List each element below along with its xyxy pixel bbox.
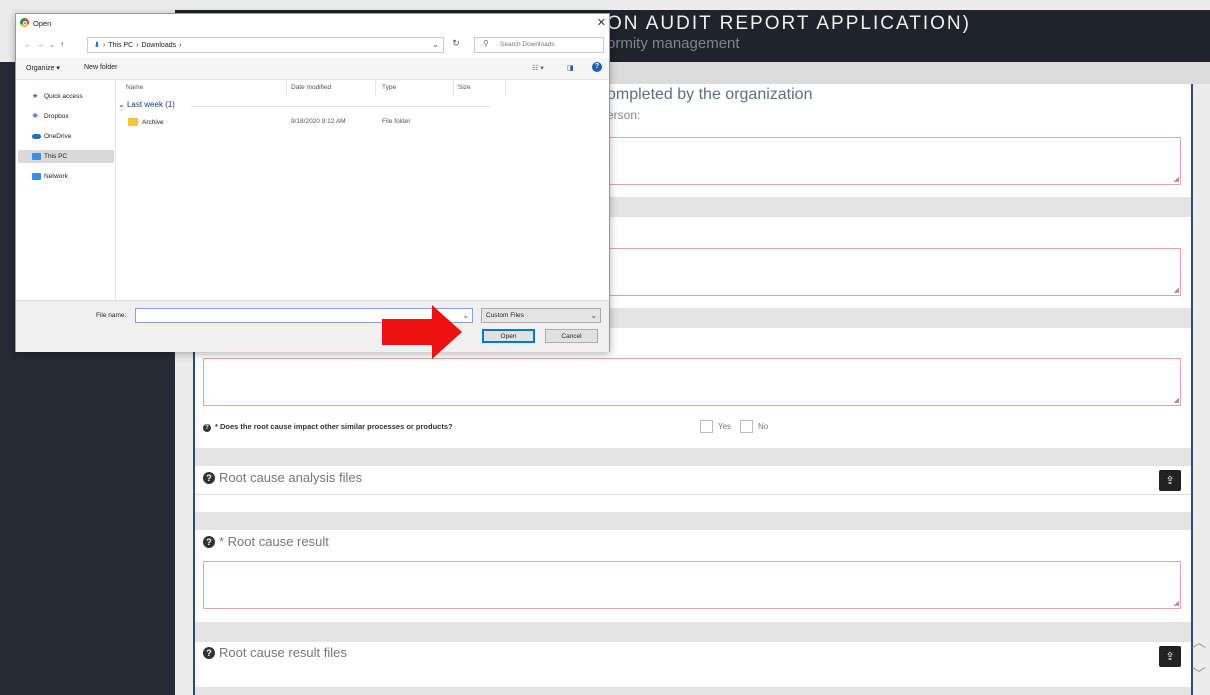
nav-onedrive[interactable]: OneDrive (18, 130, 114, 143)
section-subtitle: erson: (607, 108, 641, 122)
help-icon[interactable]: ? (592, 62, 602, 72)
new-folder-button[interactable]: New folder (84, 64, 117, 71)
star-icon: ★ (32, 93, 39, 100)
resize-grip-icon: ◢ (1173, 600, 1179, 607)
column-separator[interactable] (375, 80, 376, 96)
yes-option[interactable]: Yes (700, 420, 731, 433)
command-bar: Organize ▾ New folder ☷ ▾ ◨ ? (16, 58, 609, 80)
divider-band (195, 448, 1191, 466)
breadcrumb-downloads[interactable]: Downloads (141, 42, 176, 49)
group-divider (191, 106, 491, 107)
chevron-down-icon[interactable]: ⌄ (432, 40, 439, 49)
close-icon[interactable]: ✕ (597, 16, 606, 29)
question-icon: ? (203, 646, 215, 659)
question-icon: ? (203, 471, 215, 484)
dialog-nav-row: ← → ⌄ ↑ ⬇ › This PC › Downloads › ⌄ ↻ ⚲ … (16, 32, 609, 58)
column-name[interactable]: Name (126, 84, 143, 91)
breadcrumb-this-pc[interactable]: This PC (108, 42, 133, 49)
cloud-icon (32, 134, 41, 139)
resize-grip-icon: ◢ (1173, 397, 1179, 404)
dialog-footer: File name: ⌄ Custom Files ⌄ Open Cancel (16, 300, 609, 352)
dropbox-icon: ❖ (32, 113, 39, 120)
download-icon: ⬇ (94, 42, 100, 49)
result-files-label: ? Root cause result files (203, 645, 347, 660)
search-placeholder: Search Downloads (500, 41, 555, 48)
column-separator[interactable] (453, 80, 454, 96)
no-option[interactable]: No (740, 420, 768, 433)
scroll-up-icon[interactable]: ︿ (1192, 632, 1206, 652)
chevron-down-icon: ⌄ (118, 100, 125, 109)
refresh-icon[interactable]: ↻ (447, 38, 465, 52)
no-label: No (758, 422, 769, 431)
navigation-pane: ★ Quick access ❖ Dropbox OneDrive This PC … (16, 80, 116, 300)
column-separator[interactable] (286, 80, 287, 96)
chrome-icon (20, 18, 29, 27)
divider-band (195, 512, 1191, 530)
rca-files-label: ? Root cause analysis files (203, 470, 362, 485)
cancel-button[interactable]: Cancel (545, 329, 598, 343)
resize-grip-icon: ◢ (1173, 176, 1179, 183)
nav-quick-access[interactable]: ★ Quick access (18, 90, 114, 103)
dialog-title: Open (33, 19, 52, 28)
open-button[interactable]: Open (482, 329, 535, 343)
file-date: 9/18/2020 9:12 AM (291, 118, 346, 125)
nav-dropbox[interactable]: ❖ Dropbox (18, 110, 114, 123)
file-type-select[interactable]: Custom Files ⌄ (481, 308, 601, 323)
folder-icon (128, 118, 138, 126)
textarea-3[interactable]: ◢ (203, 358, 1181, 406)
question-icon: ? (203, 535, 215, 548)
computer-icon (32, 153, 41, 160)
app-subtitle: ormity management (607, 35, 740, 52)
yes-label: Yes (718, 422, 732, 431)
column-separator[interactable] (505, 80, 506, 96)
rca-upload-button[interactable]: ⇪ (1159, 470, 1181, 491)
file-type-value: Custom Files (486, 312, 524, 319)
address-bar[interactable]: ⬇ › This PC › Downloads › ⌄ (87, 37, 444, 53)
organize-button[interactable]: Organize ▾ (26, 64, 60, 72)
column-size[interactable]: Size (458, 84, 471, 91)
result-upload-button[interactable]: ⇪ (1159, 646, 1181, 667)
dialog-titlebar: Open ✕ (16, 14, 609, 32)
search-input[interactable]: ⚲ Search Downloads (474, 37, 604, 53)
search-icon: ⚲ (483, 39, 489, 48)
chevron-down-icon[interactable]: ⌄ (462, 311, 469, 320)
file-name-label: File name: (96, 312, 127, 319)
view-options-icon[interactable]: ☷ ▾ (532, 64, 544, 72)
file-row-archive[interactable]: Archive (128, 118, 164, 126)
network-icon (32, 173, 41, 180)
app-title: ON AUDIT REPORT APPLICATION) (607, 13, 971, 34)
divider-band (195, 687, 1191, 695)
no-checkbox[interactable] (740, 420, 753, 433)
question-icon: ? (203, 424, 211, 432)
nav-network[interactable]: Network (18, 170, 114, 183)
scroll-down-icon[interactable]: ﹀ (1192, 664, 1206, 684)
file-list: Name Date modified Type Size ⌄ Last week… (116, 80, 609, 300)
result-textarea[interactable]: ◢ (203, 561, 1181, 609)
annotation-arrow-icon (382, 305, 462, 359)
divider-line (195, 494, 1191, 495)
section-title: ompleted by the organization (607, 86, 813, 103)
divider-band (195, 622, 1191, 642)
column-date[interactable]: Date modified (291, 84, 331, 91)
chevron-down-icon: ⌄ (590, 311, 597, 320)
result-label: ? * Root cause result (203, 534, 329, 549)
column-type[interactable]: Type (382, 84, 396, 91)
similar-impact-question: ? * Does the root cause impact other simi… (203, 422, 453, 432)
nav-arrows[interactable]: ← → ⌄ ↑ (24, 40, 64, 49)
group-header[interactable]: ⌄ Last week (1) (118, 100, 175, 109)
preview-pane-icon[interactable]: ◨ (567, 64, 574, 72)
yes-checkbox[interactable] (700, 420, 713, 433)
nav-this-pc[interactable]: This PC (18, 150, 114, 163)
resize-grip-icon: ◢ (1173, 287, 1179, 294)
open-file-dialog: Open ✕ ← → ⌄ ↑ ⬇ › This PC › Downloads ›… (15, 13, 610, 352)
file-type: File folder (382, 118, 411, 125)
